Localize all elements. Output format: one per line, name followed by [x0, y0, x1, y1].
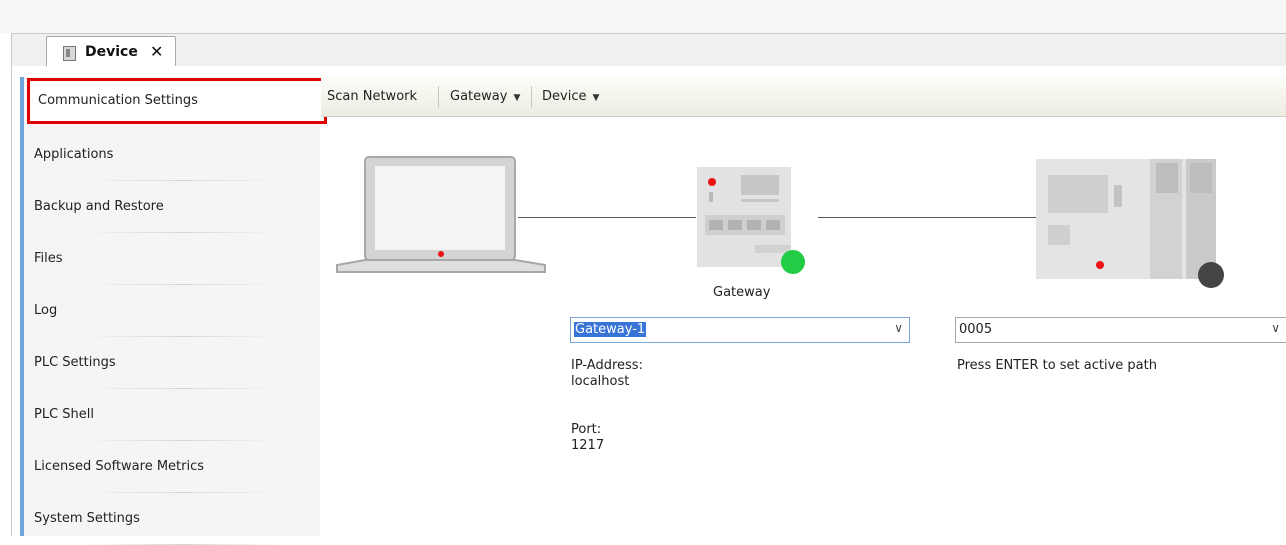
sidebar-item-plc-settings[interactable]: PLC Settings [24, 337, 320, 389]
plc-device-icon [1036, 159, 1224, 288]
gateway-port-info: Port: 1217 [571, 422, 604, 454]
sidebar-item-applications[interactable]: Applications [24, 129, 320, 181]
tab-device-label: Device [85, 44, 138, 60]
tab-device[interactable]: Device ✕ [46, 36, 176, 68]
port-label: Port: [571, 422, 602, 437]
gateway-caption: Gateway [713, 285, 771, 300]
chevron-down-icon[interactable]: ∨ [1271, 321, 1280, 335]
gateway-select[interactable]: Gateway-1 ∨ [570, 317, 910, 343]
ip-address-label: IP-Address: [571, 358, 643, 373]
computer-icon [336, 156, 546, 273]
gateway-icon [697, 167, 805, 274]
device-address-value: 0005 [959, 322, 993, 337]
connection-line [818, 217, 1036, 218]
sidebar-item-plc-shell[interactable]: PLC Shell [24, 389, 320, 441]
toolbar: Scan Network Gateway ▼ Device ▼ [321, 77, 1286, 117]
top-band [0, 0, 1286, 33]
device-icon [63, 46, 76, 61]
device-status-indicator [1198, 262, 1224, 288]
sidebar-item-licensed-software-metrics[interactable]: Licensed Software Metrics [24, 441, 320, 493]
gateway-ip-info: IP-Address: localhost [571, 358, 643, 390]
ip-address-value: localhost [571, 374, 630, 389]
editor-tab-strip: Device ✕ [11, 33, 1286, 68]
device-menu-button[interactable]: Device ▼ [542, 89, 599, 104]
chevron-down-icon: ▼ [592, 93, 600, 103]
gateway-select-value: Gateway-1 [574, 322, 647, 337]
gateway-status-indicator [781, 250, 805, 274]
toolbar-separator [531, 86, 532, 108]
close-icon[interactable]: ✕ [150, 42, 163, 61]
gateway-menu-button[interactable]: Gateway ▼ [450, 89, 520, 104]
sidebar-item-communication-settings[interactable]: Communication Settings [27, 78, 327, 124]
port-value: 1217 [571, 438, 605, 453]
scan-network-button[interactable]: Scan Network [327, 89, 417, 104]
sidebar: Communication Settings Applications Back… [20, 77, 327, 545]
toolbar-separator [438, 86, 439, 108]
sidebar-item-files[interactable]: Files [24, 233, 320, 285]
device-menu-label: Device [542, 89, 587, 104]
sidebar-item-backup-and-restore[interactable]: Backup and Restore [24, 181, 320, 233]
gateway-menu-label: Gateway [450, 89, 508, 104]
sidebar-item-log[interactable]: Log [24, 285, 320, 337]
device-address-select[interactable]: 0005 ∨ [955, 317, 1286, 343]
chevron-down-icon[interactable]: ∨ [894, 321, 903, 335]
sidebar-item-system-settings[interactable]: System Settings [24, 493, 320, 545]
chevron-down-icon: ▼ [513, 93, 521, 103]
active-path-hint: Press ENTER to set active path [957, 358, 1157, 373]
